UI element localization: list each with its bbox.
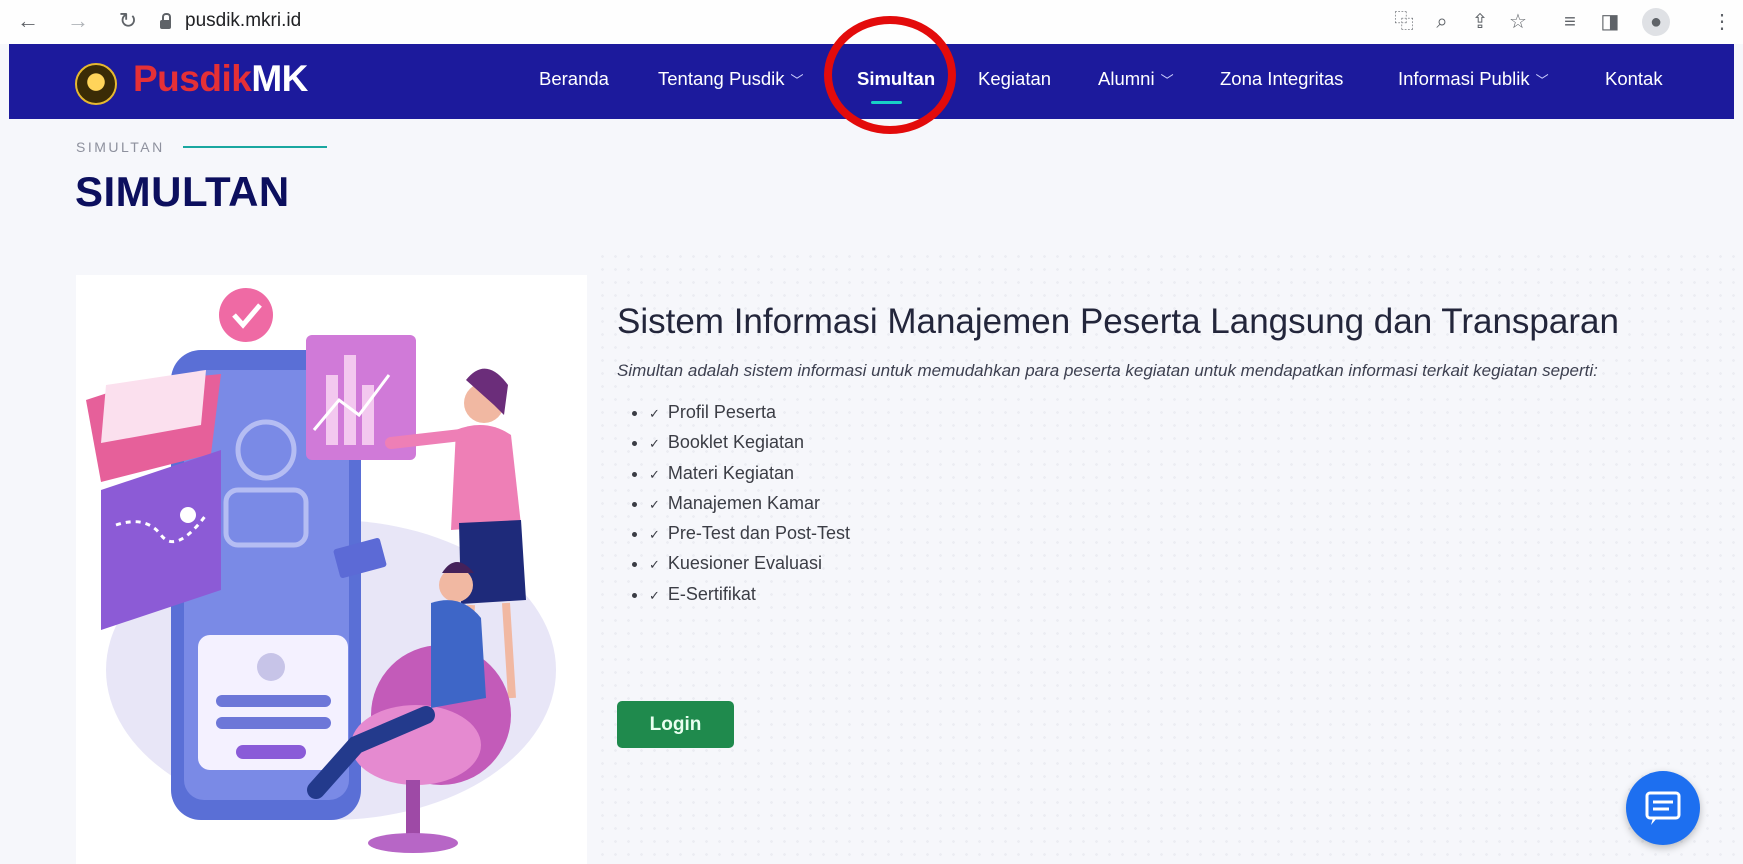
- chat-icon: [1645, 791, 1681, 825]
- nav-informasi-publik[interactable]: Informasi Publik ﹀: [1398, 68, 1549, 90]
- feature-list: ✓Profil Peserta ✓Booklet Kegiatan ✓Mater…: [617, 398, 1637, 610]
- chevron-down-icon: ﹀: [790, 73, 804, 88]
- nav-kegiatan[interactable]: Kegiatan: [978, 68, 1051, 90]
- intro-text: Simultan adalah sistem informasi untuk m…: [617, 361, 1598, 380]
- check-icon: ✓: [649, 496, 660, 512]
- forward-icon[interactable]: →: [64, 7, 92, 35]
- profile-icon[interactable]: ●: [1642, 8, 1670, 36]
- chat-button[interactable]: [1626, 771, 1700, 845]
- simultan-description: Sistem Informasi Manajemen Peserta Langs…: [617, 300, 1637, 610]
- list-item: ✓Booklet Kegiatan: [649, 428, 1637, 458]
- nav-beranda[interactable]: Beranda: [539, 68, 609, 90]
- list-item: ✓E-Sertifikat: [649, 580, 1637, 610]
- share-icon[interactable]: ⇪: [1466, 8, 1494, 36]
- check-icon: ✓: [649, 527, 660, 543]
- check-icon: ✓: [649, 587, 660, 603]
- check-icon: ✓: [649, 557, 660, 573]
- zoom-icon[interactable]: ⌕: [1428, 8, 1456, 36]
- translate-icon[interactable]: ⿻: [1390, 8, 1418, 36]
- nav-simultan[interactable]: Simultan: [857, 68, 935, 90]
- browser-toolbar: ← → ↻ pusdik.mkri.id ⿻ ⌕ ⇪ ☆ ≡ ◨ ● ⋮: [0, 0, 1743, 44]
- nav-kontak[interactable]: Kontak: [1605, 68, 1663, 90]
- breadcrumb-label: SIMULTAN: [76, 139, 165, 155]
- chevron-down-icon: ﹀: [1160, 73, 1174, 88]
- logo-text-pusdik: Pusdik: [133, 58, 252, 99]
- site-header: PusdikMK Beranda Tentang Pusdik ﹀ Simulta…: [9, 44, 1734, 119]
- star-icon[interactable]: ☆: [1504, 8, 1532, 36]
- menu-icon[interactable]: ⋮: [1708, 8, 1736, 36]
- simultan-illustration: [86, 288, 556, 853]
- active-nav-indicator: [871, 101, 902, 104]
- list-item: ✓Pre-Test dan Post-Test: [649, 519, 1637, 549]
- reload-icon[interactable]: ↻: [114, 7, 142, 35]
- chevron-down-icon: ﹀: [1535, 73, 1549, 88]
- list-item: ✓Manajemen Kamar: [649, 489, 1637, 519]
- reading-list-icon[interactable]: ≡: [1556, 8, 1584, 36]
- list-item: ✓Kuesioner Evaluasi: [649, 549, 1637, 579]
- breadcrumb-line: [182, 146, 327, 148]
- site-logo[interactable]: PusdikMK: [133, 58, 308, 100]
- nav-zona-integritas[interactable]: Zona Integritas: [1220, 68, 1343, 90]
- page-title: SIMULTAN: [75, 168, 290, 215]
- headline: Sistem Informasi Manajemen Peserta Langs…: [617, 302, 1619, 341]
- nav-tentang-pusdik[interactable]: Tentang Pusdik ﹀: [658, 68, 804, 90]
- list-item: ✓Materi Kegiatan: [649, 459, 1637, 489]
- check-icon: ✓: [649, 406, 660, 421]
- logo-text-mk: MK: [251, 58, 308, 99]
- back-icon[interactable]: ←: [14, 7, 42, 35]
- check-icon: ✓: [649, 466, 660, 482]
- login-button[interactable]: Login: [617, 701, 734, 748]
- address-bar[interactable]: pusdik.mkri.id: [160, 6, 301, 36]
- check-icon: ✓: [649, 436, 660, 452]
- breadcrumb: SIMULTAN: [76, 139, 327, 155]
- nav-alumni[interactable]: Alumni ﹀: [1098, 68, 1174, 90]
- illustration-panel: [76, 275, 587, 864]
- logo-emblem-icon[interactable]: [75, 63, 117, 105]
- url-text: pusdik.mkri.id: [185, 10, 302, 31]
- side-panel-icon[interactable]: ◨: [1596, 8, 1624, 36]
- list-item: ✓Profil Peserta: [649, 398, 1637, 428]
- lock-icon: [160, 12, 171, 29]
